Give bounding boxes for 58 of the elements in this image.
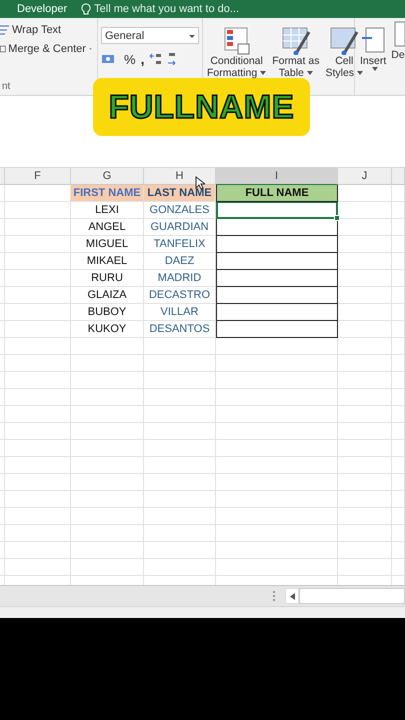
dropdown-caret-icon: [372, 67, 378, 71]
table-cell: DECASTRO: [144, 287, 216, 304]
dropdown-caret-icon: [189, 32, 195, 38]
conditional-formatting-icon: [222, 26, 251, 55]
comma-style-button[interactable]: ,: [140, 51, 144, 67]
table-cell: KUKOY: [71, 321, 144, 338]
table-header: FIRST NAME: [71, 185, 144, 202]
left-arrow-icon: [290, 592, 294, 600]
table-cell: LEXI: [71, 202, 144, 219]
lightbulb-icon: [81, 2, 92, 16]
column-header[interactable]: J: [338, 168, 392, 185]
table-cell: MADRID: [144, 270, 216, 287]
table-cell: DAEZ: [144, 253, 216, 270]
title-banner: FULLNAME: [93, 78, 310, 136]
table-cell: DESANTOS: [144, 321, 216, 338]
table-header: FULL NAME: [216, 185, 338, 202]
styles-button[interactable]: Format as Table: [272, 24, 320, 80]
table-cell: MIGUEL: [71, 236, 144, 253]
ribbon-tab[interactable]: Developer: [17, 3, 68, 15]
dropdown-caret-icon: [306, 71, 313, 75]
increase-decimal-icon: [149, 52, 164, 66]
table-cell: GLAIZA: [71, 287, 144, 304]
dropdown-caret-icon: [260, 71, 266, 75]
number-format-dropdown[interactable]: General: [101, 27, 199, 44]
wrap-text-icon: [0, 24, 10, 36]
column-header[interactable]: F: [5, 168, 71, 185]
decrease-decimal-icon: [168, 53, 176, 65]
cell-style-brush-icon: [329, 26, 360, 55]
dropdown-caret-icon: [357, 71, 364, 75]
column-header[interactable]: I: [216, 168, 338, 185]
table-cell: ANGEL: [71, 219, 144, 236]
insert-cells-icon: [360, 26, 386, 55]
table-cell: BUBOY: [71, 304, 144, 321]
table-cell: GUARDIAN: [144, 219, 216, 236]
split-handle-icon[interactable]: [273, 591, 275, 601]
group-label: nt: [2, 81, 10, 92]
styles-button[interactable]: Conditional Formatting: [207, 24, 266, 80]
table-cell: MIKAEL: [71, 253, 144, 270]
scroll-left-button[interactable]: [285, 588, 299, 604]
table-cell: TANFELIX: [144, 236, 216, 253]
merge-center-button[interactable]: Merge & Center: [0, 43, 93, 55]
column-header[interactable]: H: [144, 168, 216, 185]
mouse-pointer-icon: [195, 176, 205, 190]
column-header[interactable]: [0, 168, 5, 185]
table-cell: RURU: [71, 270, 144, 287]
column-header[interactable]: G: [71, 168, 144, 185]
table-header: LAST NAME: [144, 185, 216, 202]
merge-cells-icon: [0, 43, 6, 55]
horizontal-scrollbar[interactable]: [299, 588, 405, 604]
percent-button[interactable]: %: [124, 52, 136, 66]
selected-cell[interactable]: [216, 202, 338, 219]
table-brush-icon: [280, 26, 311, 55]
column-header[interactable]: [392, 168, 405, 185]
table-cell: VILLAR: [144, 304, 216, 321]
table-cell: GONZALES: [144, 202, 216, 219]
wrap-text-button[interactable]: Wrap Text: [0, 24, 93, 36]
tell-me-field[interactable]: Tell me what you want to do...: [94, 3, 240, 15]
delete-button[interactable]: De: [391, 18, 405, 74]
